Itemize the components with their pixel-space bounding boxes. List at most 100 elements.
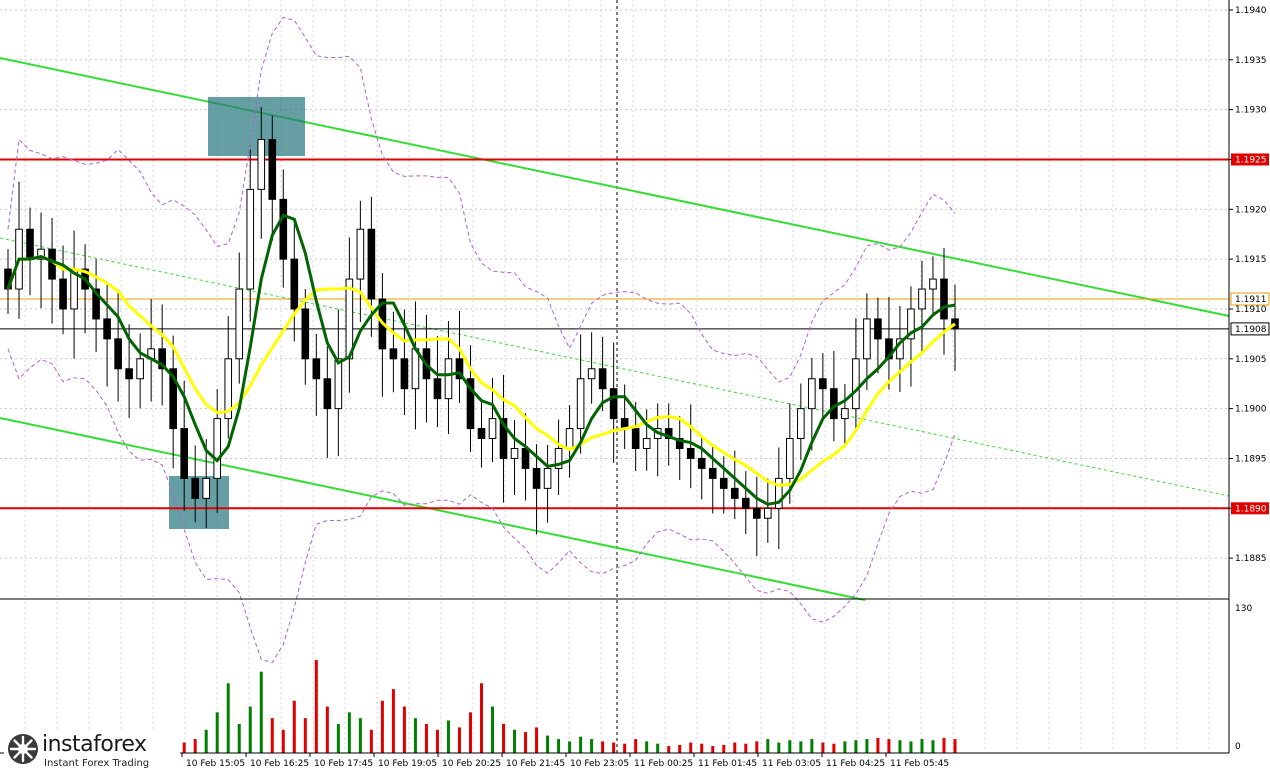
volume-bar — [325, 706, 329, 753]
x-tick-label: 10 Feb 15:05 — [186, 759, 245, 769]
volume-bar — [480, 683, 483, 753]
candle-up — [543, 467, 552, 489]
volume-bar — [259, 671, 263, 753]
y-tick-label: 1.1900 — [1235, 405, 1267, 415]
volume-bar — [468, 712, 472, 753]
x-axis-ticks: 10 Feb 15:05 10 Feb 16:25 10 Feb 17:45 10 F… — [181, 753, 949, 769]
volume-bar — [513, 729, 517, 753]
x-tick-label: 10 Feb 20:25 — [442, 759, 501, 769]
candle-up — [334, 358, 343, 410]
candle-down — [180, 428, 188, 479]
candle-up — [136, 358, 144, 380]
y-tick-label: 1.1905 — [1235, 355, 1267, 365]
volume-bar — [656, 743, 660, 753]
candle-down — [103, 318, 111, 340]
volume-bar — [270, 718, 274, 753]
x-tick-label: 10 Feb 16:25 — [250, 759, 309, 769]
candle-up — [587, 368, 596, 380]
volume-bar — [931, 740, 935, 753]
logo-icon — [8, 734, 38, 764]
volume-bar — [909, 741, 913, 753]
volume-bar — [413, 718, 417, 753]
candle-up — [246, 188, 255, 290]
volume-bar — [435, 729, 439, 753]
y-tick-label: 1.1920 — [1235, 205, 1267, 215]
candle-up — [488, 418, 497, 440]
candle-up — [797, 408, 805, 440]
candle-down — [323, 378, 332, 410]
volume-bar — [821, 742, 825, 753]
candle-up — [565, 428, 574, 450]
x-tick-label: 10 Feb 19:05 — [378, 759, 437, 769]
candle-down — [719, 477, 728, 489]
candle-down — [367, 228, 376, 300]
volume-bar — [314, 660, 318, 753]
x-tick-label: 11 Feb 00:25 — [634, 759, 693, 769]
candle-up — [345, 278, 354, 360]
x-tick-label: 10 Feb 17:45 — [314, 759, 373, 769]
candle-up — [786, 438, 794, 479]
logo-brand: instaforex — [42, 732, 147, 757]
volume-bar — [711, 746, 715, 753]
volume-bar — [281, 729, 285, 753]
volume-bar — [601, 741, 605, 753]
candle-down — [312, 358, 321, 380]
volume-bar — [391, 689, 395, 753]
candle-down — [125, 368, 133, 380]
volume-bar — [248, 706, 252, 753]
x-tick-label: 10 Feb 23:05 — [570, 759, 629, 769]
volume-bar — [446, 720, 450, 753]
y-tick-label: 1.1930 — [1235, 106, 1267, 116]
candle-up — [763, 507, 772, 519]
candle-down — [708, 467, 717, 479]
x-tick-label: 10 Feb 21:45 — [506, 759, 565, 769]
candle-up — [213, 418, 222, 479]
volume-bar — [722, 744, 726, 753]
candle-up — [808, 378, 816, 410]
candle-down — [477, 428, 486, 440]
y-tick-label: 1.1910 — [1235, 305, 1267, 315]
volume-bar — [502, 723, 506, 753]
volume-bar — [546, 735, 550, 753]
candle-down — [874, 318, 882, 340]
y-tick-label: 1.1935 — [1235, 56, 1267, 66]
y-tick-label: 1.1915 — [1235, 255, 1267, 265]
volume-bar — [799, 741, 803, 753]
x-tick-label: 11 Feb 04:25 — [826, 759, 885, 769]
volume-bar — [942, 737, 946, 753]
volume-bar — [237, 723, 241, 753]
candle-down — [631, 428, 640, 450]
price-tag-label: 1.1908 — [1235, 325, 1267, 335]
volume-bar — [623, 743, 627, 753]
y-tick-label: 1.1940 — [1235, 6, 1267, 16]
volume-bar — [678, 744, 682, 753]
y-axis-ticks: 1.1940 1.1935 1.1930 1.1925 1.1920 1.1915 1.19… — [1229, 6, 1267, 752]
volume-bar — [832, 743, 836, 753]
candle-down — [26, 228, 34, 260]
candle-down — [609, 388, 618, 420]
candle-down — [400, 358, 409, 390]
instaforex-logo: instaforex Instant Forex Trading — [4, 729, 180, 774]
candle-down — [730, 487, 739, 499]
x-tick-label: 11 Feb 03:05 — [762, 759, 821, 769]
candle-down — [819, 378, 827, 390]
volume-bar — [876, 737, 880, 753]
volume-bar — [336, 723, 340, 753]
price-chart: 1.1940 1.1935 1.1930 1.1925 1.1920 1.1915 1.19… — [0, 0, 1270, 769]
candle-up — [863, 318, 871, 360]
candle-up — [257, 139, 266, 190]
volume-bar — [204, 729, 208, 753]
volume-bar — [303, 718, 307, 753]
candle-down — [686, 448, 695, 459]
volume-bar — [700, 743, 704, 753]
volume-bar — [898, 740, 902, 753]
candle-down — [191, 477, 200, 499]
volume-bar — [292, 700, 296, 753]
volume-bar — [854, 740, 858, 753]
volume-bar — [535, 727, 539, 753]
x-tick-label: 11 Feb 05:45 — [890, 759, 949, 769]
candle-down — [741, 497, 750, 509]
x-tick-label: 11 Feb 01:45 — [698, 759, 757, 769]
volume-bar — [667, 746, 671, 753]
volume-min-label: 0 — [1235, 742, 1241, 752]
